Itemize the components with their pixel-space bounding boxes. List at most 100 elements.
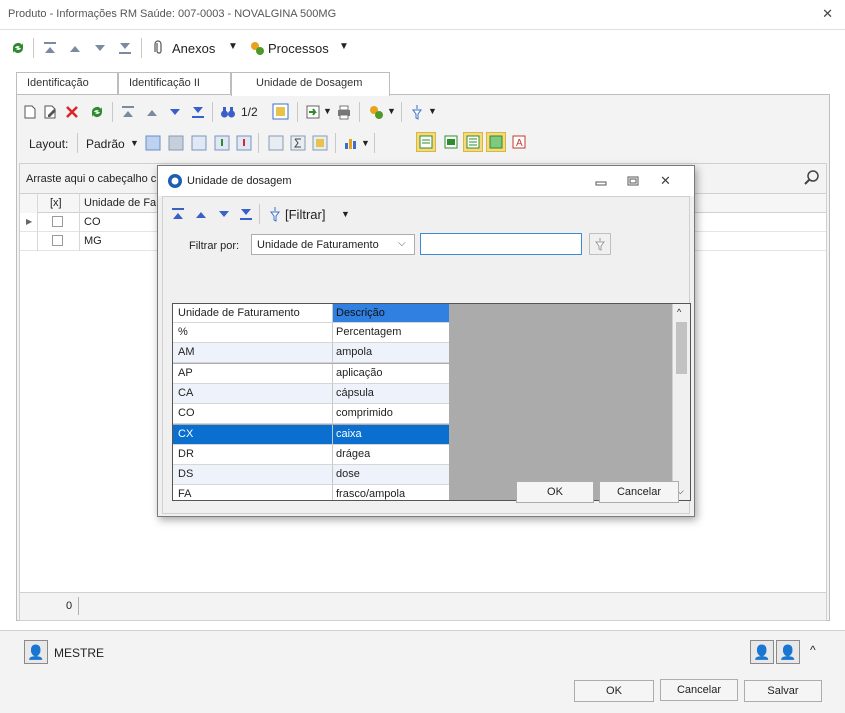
processos-button[interactable]: Processos	[268, 41, 329, 56]
grid-view-icon[interactable]	[272, 103, 289, 120]
grid-first-icon[interactable]	[121, 105, 135, 119]
process-dropdown-icon[interactable]: ▼	[387, 106, 396, 116]
list-item[interactable]: DR drágea	[173, 444, 449, 465]
font-icon[interactable]: A	[511, 134, 527, 150]
filter-menu-dropdown-icon[interactable]: ▼	[341, 209, 350, 219]
dialog-last-icon[interactable]	[239, 207, 253, 221]
padrao-dropdown-icon[interactable]: ▼	[130, 138, 139, 148]
list-scrollbar[interactable]: ^ ⌵	[672, 304, 690, 500]
next-record-icon[interactable]	[93, 41, 107, 55]
layout-export-icon[interactable]	[236, 135, 252, 151]
new-record-icon[interactable]	[23, 105, 37, 119]
tab-identificacao-ii[interactable]: Identificação II	[118, 72, 231, 95]
list-header: Unidade de Faturamento Descrição	[173, 304, 449, 323]
layout-copy-icon[interactable]	[168, 135, 184, 151]
paperclip-icon[interactable]	[152, 40, 166, 56]
print-icon[interactable]	[336, 104, 352, 120]
user-avatar-left[interactable]: 👤	[750, 640, 774, 664]
view-card-icon[interactable]	[488, 134, 504, 150]
cancel-button[interactable]: Cancelar	[660, 679, 738, 701]
list-item[interactable]: DS dose	[173, 465, 449, 486]
chevron-down-icon: ⌵	[398, 238, 406, 249]
column-header-select[interactable]: [x]	[38, 194, 80, 213]
processos-dropdown-icon[interactable]: ▼	[339, 41, 349, 52]
filter-dropdown-icon[interactable]: ▼	[428, 106, 437, 116]
scroll-up-icon[interactable]: ^	[677, 307, 681, 317]
view-form-icon[interactable]	[443, 134, 459, 150]
grid-next-icon[interactable]	[168, 105, 182, 119]
list-column-descricao[interactable]: Descrição	[333, 304, 449, 323]
search-icon[interactable]	[803, 169, 821, 187]
scroll-thumb[interactable]	[676, 322, 687, 374]
grid-last-icon[interactable]	[191, 105, 205, 119]
grid-toolbar: 1/2 ▼ ▼ ▼	[19, 97, 827, 127]
filter-by-value: Unidade de Faturamento	[257, 239, 379, 251]
list-item[interactable]: AP aplicação	[173, 363, 449, 384]
unidade-dosagem-dialog: Unidade de dosagem ✕ [Filtrar] ▼ Filtrar…	[157, 165, 695, 517]
layout-sum-icon[interactable]	[290, 135, 306, 151]
layout-label: Layout:	[29, 137, 69, 151]
layout-columns-icon[interactable]	[191, 135, 207, 151]
list-item[interactable]: CA cápsula	[173, 383, 449, 404]
row-checkbox[interactable]	[52, 234, 63, 246]
chart-dropdown-icon[interactable]: ▼	[361, 138, 370, 148]
main-toolbar: Anexos ▼ Processos ▼	[0, 32, 845, 66]
dialog-next-icon[interactable]	[217, 207, 231, 221]
layout-save-icon[interactable]	[145, 135, 161, 151]
refresh-grid-icon[interactable]	[89, 104, 105, 120]
close-icon[interactable]: ✕	[822, 6, 833, 22]
apply-filter-button[interactable]	[589, 233, 611, 255]
padrao-button[interactable]: Padrão	[86, 137, 125, 151]
dialog-body: [Filtrar] ▼ Filtrar por: Unidade de Fatu…	[162, 196, 691, 514]
dialog-close-icon[interactable]: ✕	[660, 173, 671, 189]
delete-icon[interactable]	[64, 104, 80, 120]
first-record-icon[interactable]	[43, 41, 57, 55]
tab-identificacao[interactable]: Identificação	[16, 72, 118, 95]
layout-group-icon[interactable]	[268, 135, 284, 151]
row-checkbox[interactable]	[52, 215, 63, 227]
list-item[interactable]: % Percentagem	[173, 323, 449, 343]
chevron-up-icon[interactable]: ^	[810, 643, 816, 657]
process-icon[interactable]	[367, 103, 385, 121]
apply-filter-icon	[595, 238, 605, 251]
grid-previous-icon[interactable]	[145, 105, 159, 119]
filter-by-select[interactable]: Unidade de Faturamento ⌵	[251, 234, 415, 255]
filter-icon[interactable]	[409, 104, 425, 120]
export-dropdown-icon[interactable]: ▼	[323, 106, 332, 116]
list-item[interactable]: AM ampola	[173, 343, 449, 364]
previous-record-icon[interactable]	[68, 41, 82, 55]
dialog-previous-icon[interactable]	[194, 207, 208, 221]
ok-button[interactable]: OK	[574, 680, 654, 702]
filter-text-input[interactable]	[420, 233, 582, 255]
tab-unidade-de-dosagem[interactable]: Unidade de Dosagem	[231, 72, 390, 96]
export-icon[interactable]	[305, 104, 321, 120]
binoculars-icon[interactable]	[220, 104, 236, 120]
list-item[interactable]: FA frasco/ampola	[173, 485, 449, 501]
edit-record-icon[interactable]	[43, 105, 57, 119]
view-list-icon[interactable]	[418, 134, 434, 150]
dialog-first-icon[interactable]	[171, 207, 185, 221]
maximize-icon[interactable]	[627, 175, 639, 187]
column-header-unidade[interactable]: Unidade de Fa	[80, 194, 160, 213]
filter-menu-button[interactable]: [Filtrar]	[285, 207, 325, 222]
refresh-icon[interactable]	[10, 40, 26, 56]
layout-import-icon[interactable]	[214, 135, 230, 151]
list-item-selected[interactable]: CX caixa	[173, 424, 449, 445]
dialog-filter-icon[interactable]	[267, 206, 283, 222]
chart-icon[interactable]	[343, 135, 359, 151]
layout-toolbar: Layout: Padrão ▼ ▼ A	[19, 130, 827, 156]
user-avatar-right[interactable]: 👤	[776, 640, 800, 664]
list-item[interactable]: CO comprimido	[173, 404, 449, 425]
layout-format-icon[interactable]	[312, 135, 328, 151]
anexos-button[interactable]: Anexos	[172, 41, 215, 56]
anexos-dropdown-icon[interactable]: ▼	[228, 41, 238, 52]
view-detail-icon[interactable]	[465, 134, 481, 150]
list-column-unidade[interactable]: Unidade de Faturamento	[173, 304, 333, 323]
save-button[interactable]: Salvar	[744, 680, 822, 702]
last-record-icon[interactable]	[118, 41, 132, 55]
dialog-ok-button[interactable]: OK	[516, 481, 594, 503]
user-avatar: 👤	[24, 640, 48, 664]
dialog-cancel-button[interactable]: Cancelar	[599, 481, 679, 503]
dialog-title-bar: Unidade de dosagem ✕	[158, 166, 694, 196]
minimize-icon[interactable]	[595, 177, 607, 187]
